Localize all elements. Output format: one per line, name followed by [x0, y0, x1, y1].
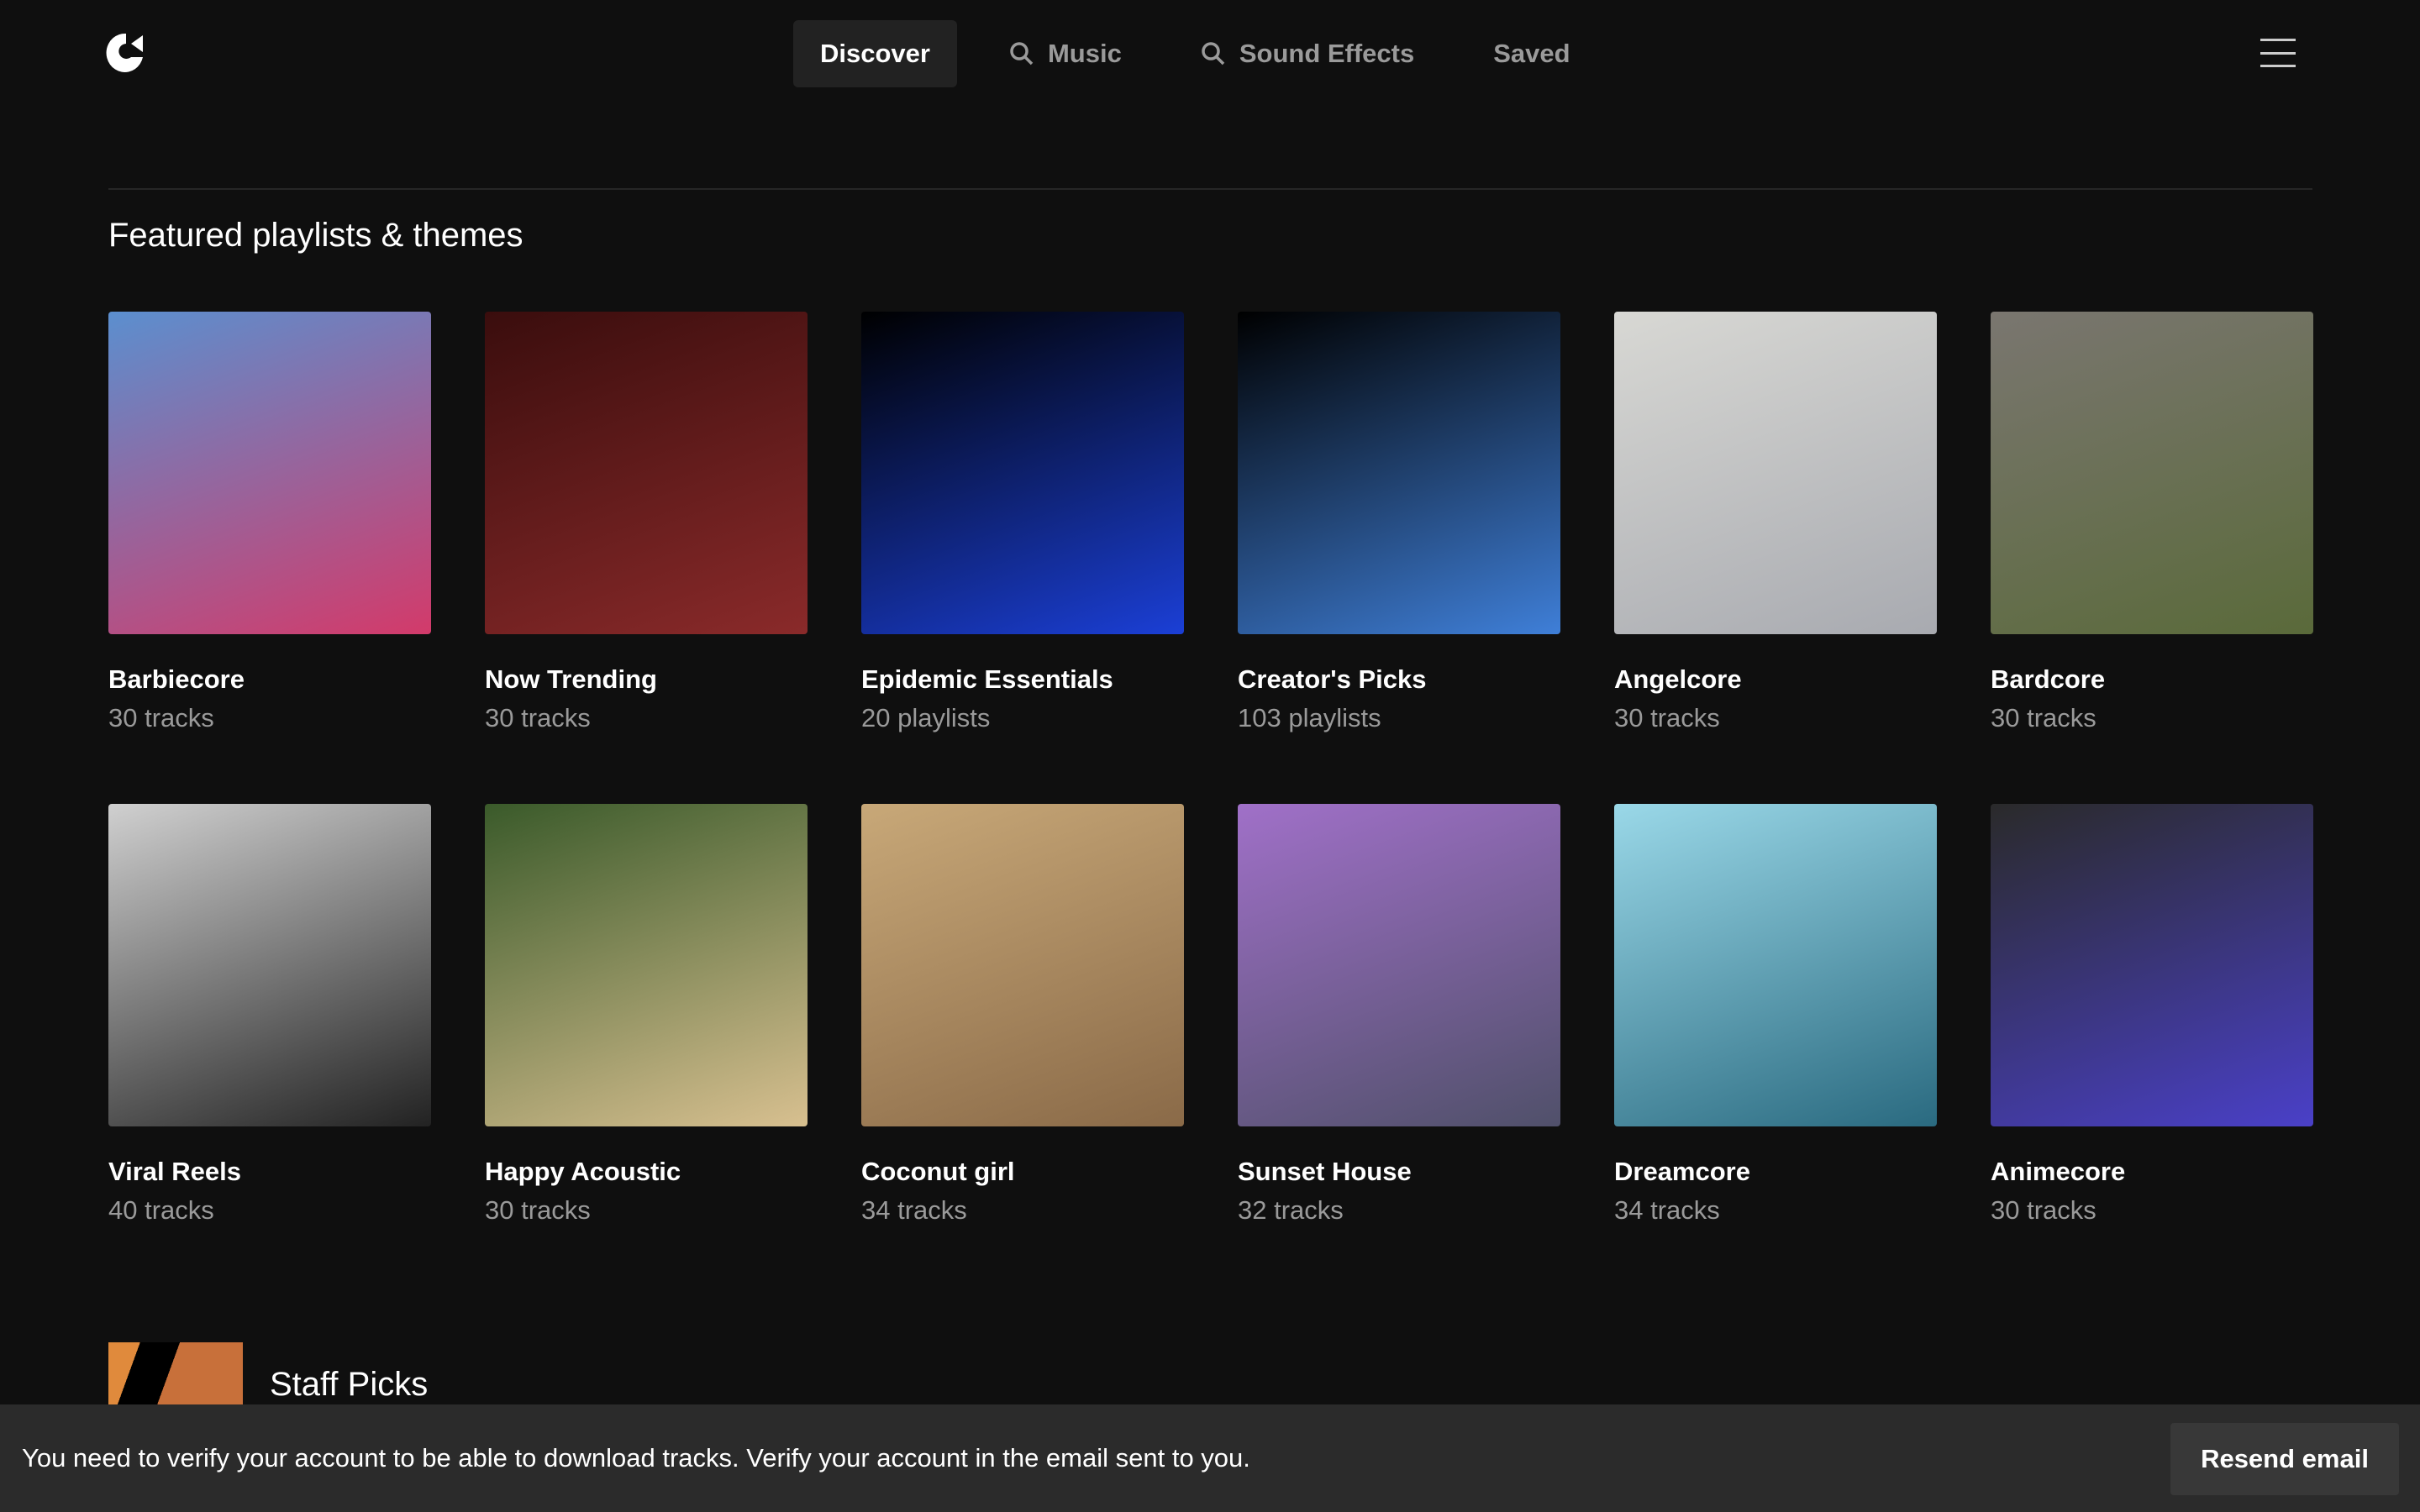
nav-sound-effects[interactable]: Sound Effects [1174, 20, 1441, 87]
playlist-card[interactable]: Now Trending 30 tracks [485, 312, 808, 733]
nav-label: Discover [820, 39, 930, 68]
playlist-title[interactable]: Happy Acoustic [485, 1157, 808, 1187]
playlist-cover-image[interactable] [861, 312, 1184, 634]
playlist-count: 34 tracks [1614, 1195, 1720, 1225]
playlist-title[interactable]: Coconut girl [861, 1157, 1184, 1187]
playlist-count: 30 tracks [1991, 703, 2096, 732]
search-icon [1202, 42, 1225, 66]
nav-label: Saved [1493, 39, 1570, 68]
playlist-card[interactable]: Viral Reels 40 tracks [108, 804, 431, 1226]
playlist-cover-image[interactable] [485, 804, 808, 1126]
playlist-count: 103 playlists [1238, 703, 1381, 732]
playlist-count: 30 tracks [485, 1195, 591, 1225]
nav-discover[interactable]: Discover [793, 20, 957, 87]
playlist-cover-image[interactable] [1614, 312, 1937, 634]
playlist-count: 20 playlists [861, 703, 991, 732]
playlist-title[interactable]: Epidemic Essentials [861, 664, 1184, 695]
playlist-cover-image[interactable] [861, 804, 1184, 1126]
playlist-cover-image[interactable] [1614, 804, 1937, 1126]
playlist-count: 32 tracks [1238, 1195, 1344, 1225]
playlist-title[interactable]: Barbiecore [108, 664, 431, 695]
playlist-title[interactable]: Creator's Picks [1238, 664, 1560, 695]
playlist-count: 40 tracks [108, 1195, 214, 1225]
playlist-card[interactable]: Sunset House 32 tracks [1238, 804, 1560, 1226]
playlist-card[interactable]: Happy Acoustic 30 tracks [485, 804, 808, 1226]
staff-picks-thumbnail[interactable] [108, 1342, 243, 1410]
playlist-count: 30 tracks [108, 703, 214, 732]
playlist-title[interactable]: Now Trending [485, 664, 808, 695]
logo-icon[interactable] [106, 32, 145, 74]
playlist-cover-image[interactable] [1238, 312, 1560, 634]
playlist-title[interactable]: Sunset House [1238, 1157, 1560, 1187]
playlist-cover-image[interactable] [485, 312, 808, 634]
section-heading: Featured playlists & themes [108, 217, 523, 254]
divider [108, 188, 2312, 190]
playlist-count: 30 tracks [485, 703, 591, 732]
playlist-count: 34 tracks [861, 1195, 967, 1225]
playlist-grid: Barbiecore 30 tracks Now Trending 30 tracks… [108, 312, 2313, 1226]
playlist-card[interactable]: Dreamcore 34 tracks [1614, 804, 1937, 1226]
playlist-cover-image[interactable] [1238, 804, 1560, 1126]
playlist-cover-image[interactable] [1991, 312, 2313, 634]
playlist-cover-image[interactable] [108, 804, 431, 1126]
playlist-title[interactable]: Dreamcore [1614, 1157, 1937, 1187]
playlist-card[interactable]: Bardcore 30 tracks [1991, 312, 2313, 733]
playlist-card[interactable]: Angelcore 30 tracks [1614, 312, 1937, 733]
nav-label: Sound Effects [1239, 39, 1415, 68]
staff-picks-title: Staff Picks [270, 1365, 429, 1403]
search-icon [1010, 42, 1034, 66]
nav-label: Music [1047, 39, 1122, 68]
playlist-card[interactable]: Epidemic Essentials 20 playlists [861, 312, 1184, 733]
staff-picks-section[interactable]: Staff Picks [108, 1342, 428, 1410]
playlist-card[interactable]: Animecore 30 tracks [1991, 804, 2313, 1226]
playlist-title[interactable]: Viral Reels [108, 1157, 431, 1187]
hamburger-menu-icon[interactable] [2260, 39, 2296, 67]
playlist-card[interactable]: Creator's Picks 103 playlists [1238, 312, 1560, 733]
main-nav: Discover Music Sound Effects Saved [793, 20, 1623, 87]
playlist-title[interactable]: Bardcore [1991, 664, 2313, 695]
playlist-title[interactable]: Angelcore [1614, 664, 1937, 695]
playlist-card[interactable]: Barbiecore 30 tracks [108, 312, 431, 733]
nav-music[interactable]: Music [982, 20, 1149, 87]
nav-saved[interactable]: Saved [1466, 20, 1597, 87]
verify-banner: You need to verify your account to be ab… [0, 1404, 2420, 1512]
playlist-cover-image[interactable] [108, 312, 431, 634]
verify-message: You need to verify your account to be ab… [22, 1443, 1250, 1473]
playlist-card[interactable]: Coconut girl 34 tracks [861, 804, 1184, 1226]
playlist-count: 30 tracks [1614, 703, 1720, 732]
playlist-cover-image[interactable] [1991, 804, 2313, 1126]
playlist-count: 30 tracks [1991, 1195, 2096, 1225]
resend-email-button[interactable]: Resend email [2170, 1423, 2399, 1495]
playlist-title[interactable]: Animecore [1991, 1157, 2313, 1187]
